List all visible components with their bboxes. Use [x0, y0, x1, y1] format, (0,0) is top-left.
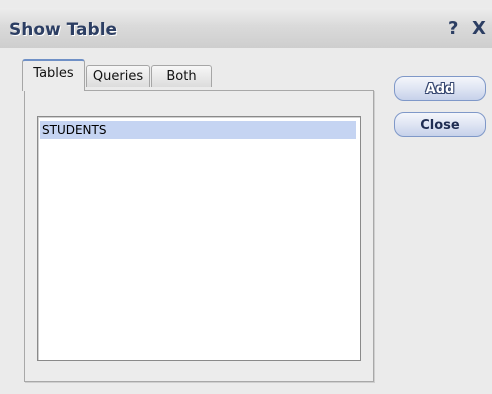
close-button[interactable]: Close: [394, 112, 486, 137]
tab-tables[interactable]: Tables: [22, 59, 85, 91]
tab-both[interactable]: Both: [151, 65, 212, 87]
table-listbox[interactable]: STUDENTS: [37, 116, 361, 361]
dialog-title: Show Table: [9, 20, 118, 40]
add-button[interactable]: Add: [394, 76, 486, 101]
close-window-button[interactable]: X: [472, 18, 486, 39]
title-bar[interactable]: Show Table ? X: [0, 8, 492, 48]
help-button[interactable]: ?: [448, 18, 458, 39]
tab-queries[interactable]: Queries: [86, 65, 150, 87]
list-item-students[interactable]: STUDENTS: [40, 121, 356, 139]
show-table-dialog: Show Table ? X Tables Queries Both STUDE…: [0, 0, 492, 394]
